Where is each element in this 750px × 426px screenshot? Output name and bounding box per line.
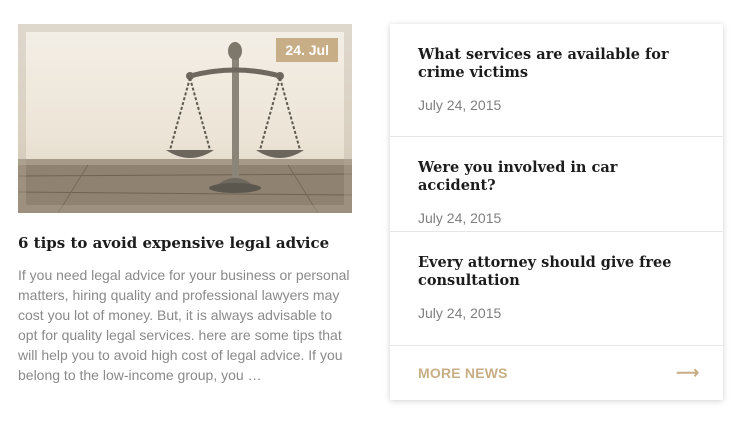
news-item: Every attorney should give free consulta… xyxy=(390,232,723,346)
more-news-label: MORE NEWS xyxy=(418,365,508,381)
news-date: July 24, 2015 xyxy=(418,97,502,113)
news-item: Were you involved in car accident? July … xyxy=(390,137,723,232)
news-title-link[interactable]: Every attorney should give free consulta… xyxy=(418,254,695,290)
featured-image[interactable]: 24. Jul xyxy=(18,24,352,213)
news-title-link[interactable]: What services are available for crime vi… xyxy=(418,46,695,82)
news-item: What services are available for crime vi… xyxy=(390,24,723,137)
news-list: What services are available for crime vi… xyxy=(390,24,723,400)
arrow-right-icon: ⟶ xyxy=(676,365,699,382)
news-title-link[interactable]: Were you involved in car accident? xyxy=(418,159,695,195)
date-badge: 24. Jul xyxy=(276,38,338,62)
featured-article: 24. Jul 6 tips to avoid expensive legal … xyxy=(18,24,352,385)
more-news-link[interactable]: MORE NEWS ⟶ xyxy=(390,346,723,400)
news-date: July 24, 2015 xyxy=(418,305,502,321)
news-date: July 24, 2015 xyxy=(418,210,502,226)
featured-title[interactable]: 6 tips to avoid expensive legal advice xyxy=(18,233,352,253)
featured-excerpt: If you need legal advice for your busine… xyxy=(18,267,350,383)
